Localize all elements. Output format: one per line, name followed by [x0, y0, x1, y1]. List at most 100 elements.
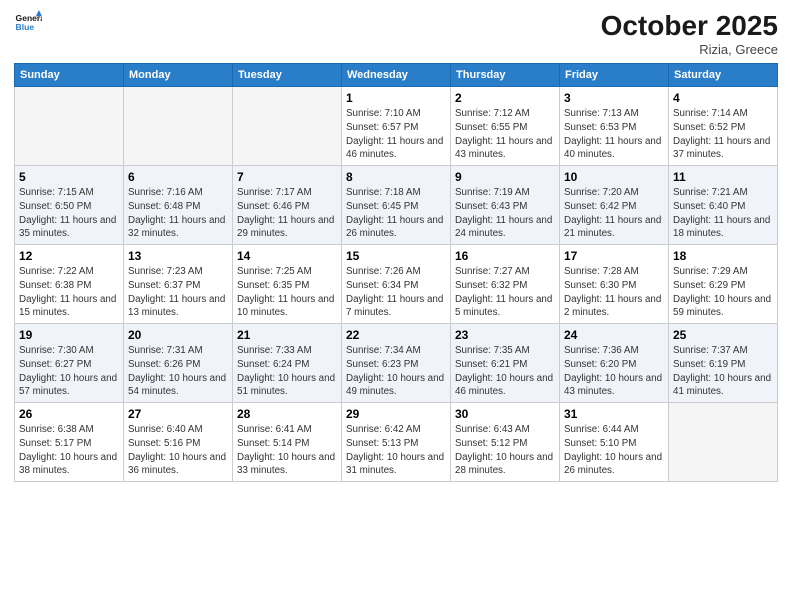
table-row — [124, 87, 233, 166]
table-row: 5Sunrise: 7:15 AMSunset: 6:50 PMDaylight… — [15, 166, 124, 245]
day-number: 10 — [564, 169, 664, 185]
table-row: 28Sunrise: 6:41 AMSunset: 5:14 PMDayligh… — [233, 403, 342, 482]
month-title: October 2025 — [601, 10, 778, 42]
day-number: 7 — [237, 169, 337, 185]
day-number: 15 — [346, 248, 446, 264]
table-row: 22Sunrise: 7:34 AMSunset: 6:23 PMDayligh… — [342, 324, 451, 403]
table-row: 31Sunrise: 6:44 AMSunset: 5:10 PMDayligh… — [560, 403, 669, 482]
day-info: Sunrise: 6:41 AMSunset: 5:14 PMDaylight:… — [237, 423, 337, 478]
table-row: 23Sunrise: 7:35 AMSunset: 6:21 PMDayligh… — [451, 324, 560, 403]
page-container: General Blue October 2025 Rizia, Greece … — [0, 0, 792, 612]
table-row: 6Sunrise: 7:16 AMSunset: 6:48 PMDaylight… — [124, 166, 233, 245]
day-number: 19 — [19, 327, 119, 343]
table-row: 15Sunrise: 7:26 AMSunset: 6:34 PMDayligh… — [342, 245, 451, 324]
page-header: General Blue October 2025 Rizia, Greece — [14, 10, 778, 57]
day-info: Sunrise: 6:44 AMSunset: 5:10 PMDaylight:… — [564, 423, 664, 478]
day-number: 30 — [455, 406, 555, 422]
day-number: 26 — [19, 406, 119, 422]
table-row: 27Sunrise: 6:40 AMSunset: 5:16 PMDayligh… — [124, 403, 233, 482]
table-row: 11Sunrise: 7:21 AMSunset: 6:40 PMDayligh… — [669, 166, 778, 245]
day-info: Sunrise: 7:19 AMSunset: 6:43 PMDaylight:… — [455, 186, 555, 241]
day-number: 6 — [128, 169, 228, 185]
table-row: 4Sunrise: 7:14 AMSunset: 6:52 PMDaylight… — [669, 87, 778, 166]
day-info: Sunrise: 7:25 AMSunset: 6:35 PMDaylight:… — [237, 265, 337, 320]
day-info: Sunrise: 7:16 AMSunset: 6:48 PMDaylight:… — [128, 186, 228, 241]
day-number: 31 — [564, 406, 664, 422]
day-number: 16 — [455, 248, 555, 264]
calendar-week-row: 26Sunrise: 6:38 AMSunset: 5:17 PMDayligh… — [15, 403, 778, 482]
day-info: Sunrise: 7:29 AMSunset: 6:29 PMDaylight:… — [673, 265, 773, 320]
day-number: 3 — [564, 90, 664, 106]
table-row: 18Sunrise: 7:29 AMSunset: 6:29 PMDayligh… — [669, 245, 778, 324]
day-info: Sunrise: 7:15 AMSunset: 6:50 PMDaylight:… — [19, 186, 119, 241]
calendar-week-row: 12Sunrise: 7:22 AMSunset: 6:38 PMDayligh… — [15, 245, 778, 324]
table-row: 14Sunrise: 7:25 AMSunset: 6:35 PMDayligh… — [233, 245, 342, 324]
day-info: Sunrise: 7:12 AMSunset: 6:55 PMDaylight:… — [455, 107, 555, 162]
col-monday: Monday — [124, 64, 233, 87]
table-row — [15, 87, 124, 166]
day-info: Sunrise: 7:37 AMSunset: 6:19 PMDaylight:… — [673, 344, 773, 399]
day-info: Sunrise: 7:17 AMSunset: 6:46 PMDaylight:… — [237, 186, 337, 241]
day-number: 25 — [673, 327, 773, 343]
day-number: 29 — [346, 406, 446, 422]
day-info: Sunrise: 6:40 AMSunset: 5:16 PMDaylight:… — [128, 423, 228, 478]
day-info: Sunrise: 7:26 AMSunset: 6:34 PMDaylight:… — [346, 265, 446, 320]
day-info: Sunrise: 7:36 AMSunset: 6:20 PMDaylight:… — [564, 344, 664, 399]
day-info: Sunrise: 7:22 AMSunset: 6:38 PMDaylight:… — [19, 265, 119, 320]
day-info: Sunrise: 7:28 AMSunset: 6:30 PMDaylight:… — [564, 265, 664, 320]
day-info: Sunrise: 7:20 AMSunset: 6:42 PMDaylight:… — [564, 186, 664, 241]
table-row: 29Sunrise: 6:42 AMSunset: 5:13 PMDayligh… — [342, 403, 451, 482]
table-row: 19Sunrise: 7:30 AMSunset: 6:27 PMDayligh… — [15, 324, 124, 403]
calendar-table: Sunday Monday Tuesday Wednesday Thursday… — [14, 63, 778, 482]
day-info: Sunrise: 7:21 AMSunset: 6:40 PMDaylight:… — [673, 186, 773, 241]
day-info: Sunrise: 7:35 AMSunset: 6:21 PMDaylight:… — [455, 344, 555, 399]
day-number: 14 — [237, 248, 337, 264]
logo: General Blue — [14, 10, 42, 38]
calendar-week-row: 1Sunrise: 7:10 AMSunset: 6:57 PMDaylight… — [15, 87, 778, 166]
day-number: 24 — [564, 327, 664, 343]
day-number: 20 — [128, 327, 228, 343]
day-number: 18 — [673, 248, 773, 264]
table-row: 26Sunrise: 6:38 AMSunset: 5:17 PMDayligh… — [15, 403, 124, 482]
day-number: 17 — [564, 248, 664, 264]
day-info: Sunrise: 7:27 AMSunset: 6:32 PMDaylight:… — [455, 265, 555, 320]
calendar-header-row: Sunday Monday Tuesday Wednesday Thursday… — [15, 64, 778, 87]
table-row: 7Sunrise: 7:17 AMSunset: 6:46 PMDaylight… — [233, 166, 342, 245]
day-info: Sunrise: 6:38 AMSunset: 5:17 PMDaylight:… — [19, 423, 119, 478]
day-info: Sunrise: 6:42 AMSunset: 5:13 PMDaylight:… — [346, 423, 446, 478]
table-row: 30Sunrise: 6:43 AMSunset: 5:12 PMDayligh… — [451, 403, 560, 482]
table-row: 20Sunrise: 7:31 AMSunset: 6:26 PMDayligh… — [124, 324, 233, 403]
table-row — [669, 403, 778, 482]
calendar-week-row: 19Sunrise: 7:30 AMSunset: 6:27 PMDayligh… — [15, 324, 778, 403]
calendar-week-row: 5Sunrise: 7:15 AMSunset: 6:50 PMDaylight… — [15, 166, 778, 245]
day-number: 13 — [128, 248, 228, 264]
day-info: Sunrise: 7:13 AMSunset: 6:53 PMDaylight:… — [564, 107, 664, 162]
day-info: Sunrise: 7:10 AMSunset: 6:57 PMDaylight:… — [346, 107, 446, 162]
day-number: 9 — [455, 169, 555, 185]
location-subtitle: Rizia, Greece — [601, 42, 778, 57]
day-number: 5 — [19, 169, 119, 185]
col-thursday: Thursday — [451, 64, 560, 87]
col-tuesday: Tuesday — [233, 64, 342, 87]
day-number: 12 — [19, 248, 119, 264]
table-row: 24Sunrise: 7:36 AMSunset: 6:20 PMDayligh… — [560, 324, 669, 403]
day-number: 23 — [455, 327, 555, 343]
day-info: Sunrise: 7:30 AMSunset: 6:27 PMDaylight:… — [19, 344, 119, 399]
day-number: 8 — [346, 169, 446, 185]
table-row: 17Sunrise: 7:28 AMSunset: 6:30 PMDayligh… — [560, 245, 669, 324]
day-info: Sunrise: 7:31 AMSunset: 6:26 PMDaylight:… — [128, 344, 228, 399]
day-number: 21 — [237, 327, 337, 343]
logo-icon: General Blue — [14, 10, 42, 38]
day-number: 22 — [346, 327, 446, 343]
col-saturday: Saturday — [669, 64, 778, 87]
day-info: Sunrise: 7:34 AMSunset: 6:23 PMDaylight:… — [346, 344, 446, 399]
col-wednesday: Wednesday — [342, 64, 451, 87]
day-info: Sunrise: 7:23 AMSunset: 6:37 PMDaylight:… — [128, 265, 228, 320]
day-info: Sunrise: 7:18 AMSunset: 6:45 PMDaylight:… — [346, 186, 446, 241]
table-row: 8Sunrise: 7:18 AMSunset: 6:45 PMDaylight… — [342, 166, 451, 245]
day-info: Sunrise: 7:33 AMSunset: 6:24 PMDaylight:… — [237, 344, 337, 399]
day-info: Sunrise: 6:43 AMSunset: 5:12 PMDaylight:… — [455, 423, 555, 478]
day-number: 1 — [346, 90, 446, 106]
table-row: 21Sunrise: 7:33 AMSunset: 6:24 PMDayligh… — [233, 324, 342, 403]
table-row: 25Sunrise: 7:37 AMSunset: 6:19 PMDayligh… — [669, 324, 778, 403]
